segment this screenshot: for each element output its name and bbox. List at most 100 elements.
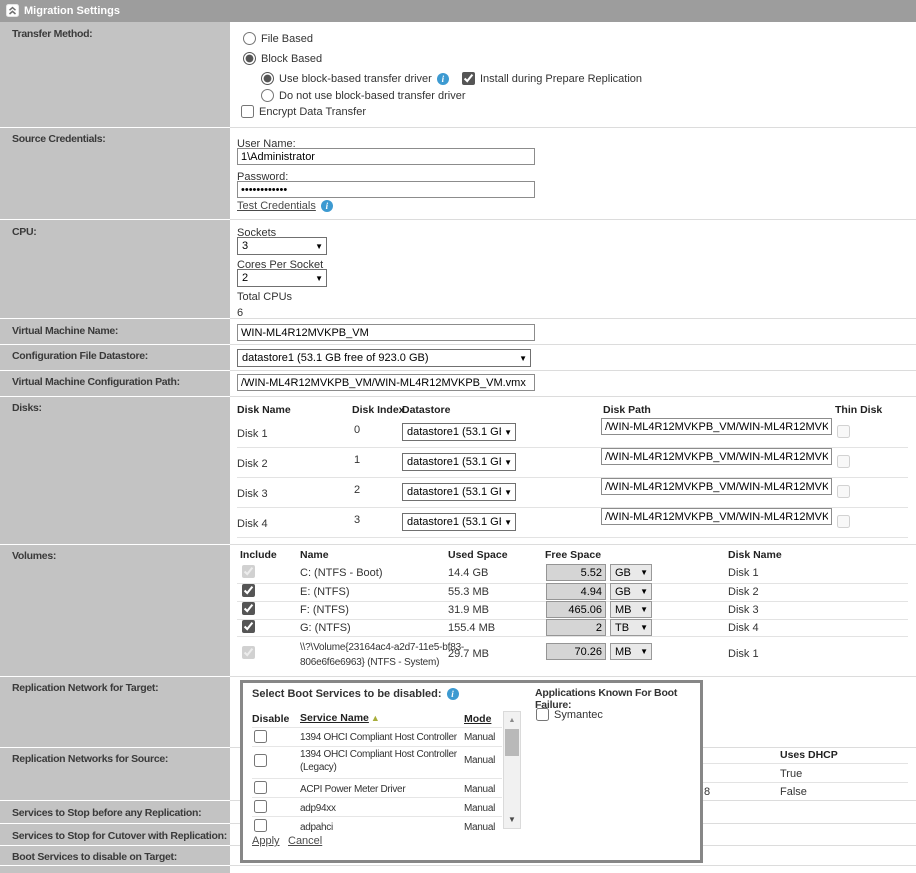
apply-link[interactable]: Apply xyxy=(252,835,280,847)
volumes-header-name: Name xyxy=(300,549,329,561)
disk-datastore-value: datastore1 (53.1 GB xyxy=(407,516,501,528)
symantec-label: Symantec xyxy=(554,709,603,721)
scroll-up-icon[interactable]: ▲ xyxy=(504,712,520,728)
thin-disk-checkbox[interactable] xyxy=(837,515,850,528)
block-based-radio[interactable] xyxy=(243,52,256,65)
file-based-radio[interactable] xyxy=(243,32,256,45)
vm-config-path-input[interactable] xyxy=(237,374,535,391)
free-space-unit-select[interactable]: MB ▼ xyxy=(610,601,652,618)
info-icon[interactable]: i xyxy=(447,688,459,700)
free-space-unit-select[interactable]: GB ▼ xyxy=(610,583,652,600)
cores-select[interactable]: 2 ▼ xyxy=(237,269,327,287)
disk-datastore-select[interactable]: datastore1 (53.1 GB ▼ xyxy=(402,513,516,531)
col-mode[interactable]: Mode xyxy=(464,713,491,725)
volume-disk: Disk 2 xyxy=(728,586,759,598)
free-space-unit-select[interactable]: MB ▼ xyxy=(610,643,652,660)
divider xyxy=(230,370,916,371)
disk-path-input[interactable] xyxy=(601,478,832,495)
volume-name: F: (NTFS) xyxy=(300,604,349,616)
service-name: adpahci xyxy=(300,821,464,834)
label-vm-name: Virtual Machine Name: xyxy=(12,325,228,337)
password-field[interactable] xyxy=(237,181,535,198)
uses-dhcp-header: Uses DHCP xyxy=(780,749,838,761)
info-icon[interactable]: i xyxy=(437,73,449,85)
scroll-down-icon[interactable]: ▼ xyxy=(504,812,520,826)
volumes-header-include: Include xyxy=(240,549,277,561)
divider xyxy=(252,816,502,817)
thin-disk-checkbox[interactable] xyxy=(837,425,850,438)
free-space-unit-select[interactable]: GB ▼ xyxy=(610,564,652,581)
volumes-header-disk: Disk Name xyxy=(728,549,782,561)
include-checkbox[interactable] xyxy=(242,646,255,659)
include-checkbox[interactable] xyxy=(242,602,255,615)
volume-used: 29.7 MB xyxy=(448,648,489,660)
include-checkbox[interactable] xyxy=(242,620,255,633)
username-input[interactable] xyxy=(237,148,535,165)
install-prepare-checkbox[interactable] xyxy=(462,72,475,85)
use-driver-radio[interactable] xyxy=(261,72,274,85)
col-service-sort[interactable]: Service Name ▲ xyxy=(300,712,380,724)
encrypt-label: Encrypt Data Transfer xyxy=(259,106,366,118)
disable-service-checkbox[interactable] xyxy=(254,781,267,794)
thin-disk-checkbox[interactable] xyxy=(837,455,850,468)
no-driver-radio[interactable] xyxy=(261,89,274,102)
label-vm-config-path: Virtual Machine Configuration Path: xyxy=(12,376,228,388)
label-services-stop-cutover: Services to Stop for Cutover with Replic… xyxy=(12,830,228,842)
disk-path-input[interactable] xyxy=(601,508,832,525)
total-cpus-value: 6 xyxy=(237,307,243,319)
titlebar: Migration Settings xyxy=(0,0,916,22)
disable-service-checkbox[interactable] xyxy=(254,730,267,743)
service-mode: Manual xyxy=(464,731,495,744)
service-mode: Manual xyxy=(464,754,495,767)
include-checkbox[interactable] xyxy=(242,584,255,597)
dropdown-arrow-icon: ▼ xyxy=(315,242,323,251)
col-disable: Disable xyxy=(252,713,289,725)
free-space-input[interactable] xyxy=(546,564,606,581)
free-space-input[interactable] xyxy=(546,601,606,618)
label-repl-net-target: Replication Network for Target: xyxy=(12,682,228,694)
include-checkbox[interactable] xyxy=(242,565,255,578)
scrollbar[interactable]: ▲ ▼ xyxy=(503,711,521,829)
disk-path-input[interactable] xyxy=(601,418,832,435)
disable-service-checkbox[interactable] xyxy=(254,819,267,832)
dialog-title: Select Boot Services to be disabled: xyxy=(252,688,442,700)
disable-service-checkbox[interactable] xyxy=(254,800,267,813)
encrypt-checkbox[interactable] xyxy=(241,105,254,118)
dropdown-arrow-icon: ▼ xyxy=(640,623,648,632)
page-title: Migration Settings xyxy=(24,5,120,17)
free-space-input[interactable] xyxy=(546,583,606,600)
use-driver-label: Use block-based transfer driver xyxy=(279,73,432,85)
divider xyxy=(230,318,916,319)
divider xyxy=(0,370,230,371)
info-icon[interactable]: i xyxy=(321,200,333,212)
divider xyxy=(230,865,916,866)
col-service-name[interactable]: Service Name xyxy=(300,712,369,724)
divider xyxy=(230,544,916,545)
free-space-input[interactable] xyxy=(546,643,606,660)
sockets-select[interactable]: 3 ▼ xyxy=(237,237,327,255)
test-credentials-link[interactable]: Test Credentials xyxy=(237,200,316,212)
divider xyxy=(0,845,230,846)
divider xyxy=(230,344,916,345)
disk-datastore-select[interactable]: datastore1 (53.1 GB ▼ xyxy=(402,483,516,501)
disk-datastore-select[interactable]: datastore1 (53.1 GB ▼ xyxy=(402,423,516,441)
config-datastore-select[interactable]: datastore1 (53.1 GB free of 923.0 GB) ▼ xyxy=(237,349,531,367)
scrollbar-thumb[interactable] xyxy=(505,729,519,756)
symantec-checkbox[interactable] xyxy=(536,708,549,721)
label-services-stop-before: Services to Stop before any Replication: xyxy=(12,807,228,819)
free-space-unit-select[interactable]: TB ▼ xyxy=(610,619,652,636)
cancel-link[interactable]: Cancel xyxy=(288,835,322,847)
thin-disk-checkbox[interactable] xyxy=(837,485,850,498)
sort-ascending-icon: ▲ xyxy=(371,713,380,723)
volume-disk: Disk 4 xyxy=(728,622,759,634)
dropdown-arrow-icon: ▼ xyxy=(504,428,512,437)
disk-path-input[interactable] xyxy=(601,448,832,465)
collapse-icon[interactable] xyxy=(6,4,19,20)
vm-name-input[interactable] xyxy=(237,324,535,341)
disk-datastore-select[interactable]: datastore1 (53.1 GB ▼ xyxy=(402,453,516,471)
disk-index: 2 xyxy=(354,484,360,496)
dropdown-arrow-icon: ▼ xyxy=(504,488,512,497)
unit-value: GB xyxy=(615,586,631,598)
disable-service-checkbox[interactable] xyxy=(254,754,267,767)
free-space-input[interactable] xyxy=(546,619,606,636)
